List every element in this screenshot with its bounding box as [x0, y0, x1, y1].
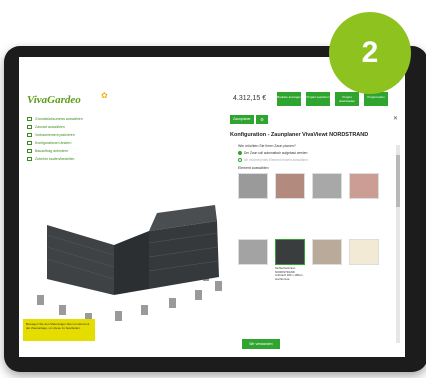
- apply-button[interactable]: Wir verstanden: [242, 339, 280, 349]
- element-thumbnail: [238, 173, 268, 199]
- hint-box: Bewegen Sie den Mauszeiger über ein Elem…: [23, 319, 95, 341]
- element-tile[interactable]: [238, 239, 268, 303]
- fence-3d-view[interactable]: [19, 177, 234, 327]
- scroll-thumb[interactable]: [396, 155, 400, 207]
- element-thumbnail: [275, 239, 305, 265]
- element-thumbnail: [349, 239, 379, 265]
- option-label: Der Zaun soll automatisch aufgebaut werd…: [244, 151, 308, 155]
- product-promo-image: 2 VivaGardeo ✿ DE EN 4.312,15 € Bauliste…: [0, 0, 426, 378]
- element-tile[interactable]: [312, 239, 342, 303]
- option-label: Ich möchte jedes Element einzeln auswähl…: [244, 158, 308, 162]
- menu-item-label: Grundstücksumriss auswählen: [35, 117, 83, 121]
- fence-panel-right[interactable]: [149, 221, 219, 289]
- radio-selected-icon[interactable]: [238, 151, 242, 155]
- element-icon: [27, 133, 32, 137]
- save-project-button[interactable]: Projekt speichern: [306, 92, 330, 106]
- panel-title: Konfiguration - Zaunplaner VivaViewt NOR…: [230, 132, 369, 138]
- close-icon[interactable]: ✕: [393, 115, 398, 122]
- menu-item-place-element[interactable]: Vorbauelement platzieren: [27, 131, 119, 139]
- flower-icon: ✿: [101, 91, 108, 100]
- section-label: Element auswählen: [238, 166, 269, 170]
- menu-item-label: Zaunart auswählen: [35, 125, 65, 129]
- element-thumbnail: [238, 239, 268, 265]
- element-thumbnail: [275, 173, 305, 199]
- step-badge: 2: [329, 12, 411, 94]
- menu-item-label: Bauauftrag anfordern: [35, 149, 69, 153]
- step-menu: Grundstücksumriss auswählen Zaunart ausw…: [27, 115, 119, 163]
- option-automatic[interactable]: Der Zaun soll automatisch aufgebaut werd…: [238, 151, 307, 155]
- planning-question: Wie möchten Sie Ihren Zaun planen?: [238, 144, 296, 148]
- menu-item-label: Vorbauelement platzieren: [35, 133, 75, 137]
- panel-scrollbar[interactable]: [396, 145, 400, 343]
- show-parts-list-button[interactable]: Bauliste anzeigen: [277, 92, 301, 106]
- selected-element-label: Sichtschutzzaun NORDSTRAND Anthrazit 180…: [275, 266, 304, 281]
- element-tile[interactable]: [349, 173, 379, 237]
- tab-fence-planner[interactable]: Zaunplaner: [230, 115, 254, 124]
- menu-item-fence-type[interactable]: Zaunart auswählen: [27, 123, 119, 131]
- menu-item-label: Konfigurationen ändern: [35, 141, 72, 145]
- element-tile[interactable]: [349, 239, 379, 303]
- element-thumbnail: [349, 173, 379, 199]
- menu-item-outline[interactable]: Grundstücksumriss auswählen: [27, 115, 119, 123]
- element-tile[interactable]: [238, 173, 268, 237]
- element-tile-selected[interactable]: Sichtschutzzaun NORDSTRAND Anthrazit 180…: [275, 239, 305, 303]
- option-manual[interactable]: Ich möchte jedes Element einzeln auswähl…: [238, 158, 308, 162]
- fence-icon: [27, 125, 32, 129]
- menu-item-label: Zubehör kaufen/bestellen: [35, 157, 75, 161]
- outline-icon: [27, 117, 32, 121]
- step-number: 2: [361, 36, 379, 69]
- radio-icon[interactable]: [238, 158, 242, 162]
- download-project-button[interactable]: Projekt downloaden: [335, 92, 359, 106]
- gear-icon[interactable]: ⚙: [256, 115, 268, 124]
- total-price: 4.312,15 €: [233, 95, 267, 102]
- config-icon: [27, 141, 32, 145]
- app-screen: VivaGardeo ✿ DE EN 4.312,15 € Bauliste a…: [19, 57, 405, 357]
- element-thumbnail: [312, 173, 342, 199]
- share-project-button[interactable]: Projekt teilen: [364, 92, 388, 106]
- brand-logo[interactable]: VivaGardeo: [27, 94, 81, 106]
- config-panel: Zaunplaner ⚙ ✕ Konfiguration - Zaunplane…: [230, 115, 400, 353]
- menu-item-configure[interactable]: Konfigurationen ändern: [27, 139, 119, 147]
- menu-item-request[interactable]: Bauauftrag anfordern: [27, 147, 119, 155]
- fence-panel-front[interactable]: [114, 231, 149, 295]
- cart-icon: [27, 157, 32, 161]
- element-thumbnail: [312, 239, 342, 265]
- menu-item-accessories[interactable]: Zubehör kaufen/bestellen: [27, 155, 119, 163]
- element-tile[interactable]: [312, 173, 342, 237]
- request-icon: [27, 149, 32, 153]
- element-tile[interactable]: [275, 173, 305, 237]
- fence-panel-left[interactable]: [47, 225, 114, 295]
